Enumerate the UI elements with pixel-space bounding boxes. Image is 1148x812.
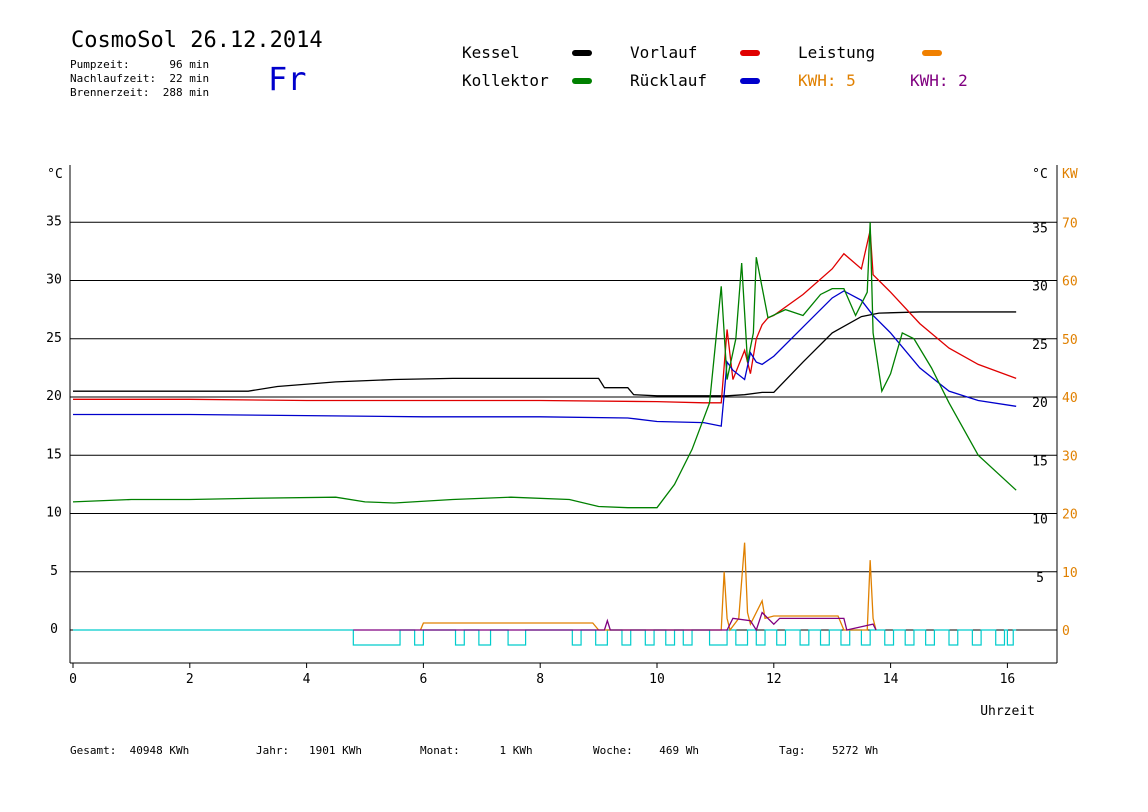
pump-status-line — [73, 629, 1017, 646]
y-right-temp-tick-label-15: 15 — [1032, 454, 1048, 469]
y-left-tick-label-30: 30 — [46, 273, 62, 288]
y-right-power-tick-label-40: 40 — [1062, 391, 1078, 406]
footer-week: Woche: 469 Wh — [593, 744, 699, 757]
y-right-power-tick-label-10: 10 — [1062, 566, 1078, 581]
y-left-tick-label-10: 10 — [46, 506, 62, 521]
x-tick-label-10: 10 — [649, 672, 665, 687]
y-right-power-unit-label: KW — [1062, 167, 1078, 182]
y-right-power-tick-label-70: 70 — [1062, 216, 1078, 231]
y-right-power-tick-label-20: 20 — [1062, 508, 1078, 523]
y-right-temp-unit-label: °C — [1032, 167, 1048, 182]
series-line-ruecklauf — [73, 290, 1017, 427]
power-line-leistung — [419, 542, 877, 632]
footer-day: Tag: 5272 Wh — [779, 744, 879, 757]
y-left-tick-label-20: 20 — [46, 389, 62, 404]
footer-month: Monat: 1 KWh — [420, 744, 533, 757]
x-tick-label-0: 0 — [69, 672, 77, 687]
y-right-power-tick-label-60: 60 — [1062, 275, 1078, 290]
footer-total: Gesamt: 40948 KWh — [70, 744, 190, 757]
y-left-tick-label-5: 5 — [50, 564, 58, 579]
x-tick-label-4: 4 — [303, 672, 311, 687]
y-right-temp-tick-label-20: 20 — [1032, 396, 1048, 411]
power-line-kwh2 — [353, 611, 877, 632]
y-left-tick-label-35: 35 — [46, 214, 62, 229]
x-tick-label-2: 2 — [186, 672, 194, 687]
x-tick-label-6: 6 — [419, 672, 427, 687]
y-right-temp-tick-label-5: 5 — [1036, 571, 1044, 586]
x-tick-label-12: 12 — [766, 672, 782, 687]
y-right-power-tick-label-50: 50 — [1062, 333, 1078, 348]
x-tick-label-8: 8 — [536, 672, 544, 687]
temperature-chart: 0 2 4 6 8 10 12 14 16 Uhrzeit 0 5 10 15 20 25 30 35 °C 5 10 1… — [46, 165, 1078, 719]
footer-year: Jahr: 1901 KWh — [256, 744, 362, 757]
series-line-kessel — [73, 311, 1017, 397]
series-line-kollektor — [72, 222, 1017, 509]
x-axis-title: Uhrzeit — [980, 704, 1035, 719]
y-left-tick-label-25: 25 — [46, 331, 62, 346]
y-left-tick-label-15: 15 — [46, 447, 62, 462]
y-left-tick-label-0: 0 — [50, 622, 58, 637]
y-right-power-tick-label-0: 0 — [1062, 624, 1070, 639]
x-tick-label-16: 16 — [1000, 672, 1016, 687]
y-right-temp-tick-label-30: 30 — [1032, 280, 1048, 295]
y-right-temp-tick-label-10: 10 — [1032, 513, 1048, 528]
y-right-temp-tick-label-25: 25 — [1032, 338, 1048, 353]
y-right-power-tick-label-30: 30 — [1062, 449, 1078, 464]
y-left-unit-label: °C — [47, 167, 63, 182]
x-tick-label-14: 14 — [883, 672, 899, 687]
y-right-temp-tick-label-35: 35 — [1032, 221, 1048, 236]
